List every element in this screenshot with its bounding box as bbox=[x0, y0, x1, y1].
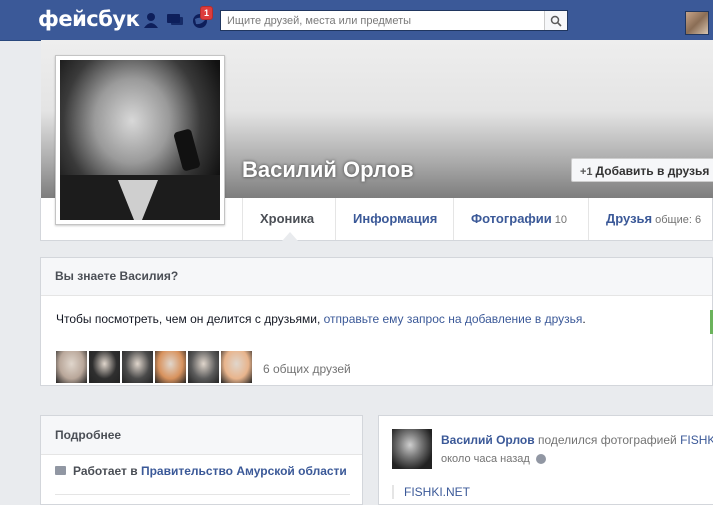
send-friend-request-link[interactable]: отправьте ему запрос на добавление в дру… bbox=[324, 312, 583, 326]
do-you-know-text: Чтобы посмотреть, чем он делится с друзь… bbox=[56, 312, 586, 326]
friend-requests-icon[interactable] bbox=[142, 12, 160, 28]
post-author-name[interactable]: Василий Орлов bbox=[441, 433, 535, 447]
tab-friends[interactable]: Друзья общие: 6 bbox=[588, 198, 713, 240]
messages-icon[interactable] bbox=[166, 12, 184, 28]
search-box bbox=[220, 10, 568, 31]
post-link[interactable]: FISHKI.NET bbox=[392, 485, 470, 499]
profile-name[interactable]: Василий Орлов bbox=[242, 157, 414, 183]
tab-about[interactable]: Информация bbox=[335, 198, 453, 240]
search-icon bbox=[550, 15, 562, 27]
timeline-post: Василий Орлов поделился фотографией FISH… bbox=[378, 415, 713, 505]
profile-picture[interactable] bbox=[55, 55, 225, 225]
about-title: Подробнее bbox=[41, 416, 362, 455]
facebook-logo[interactable]: фейсбук bbox=[38, 7, 140, 31]
post-header: Василий Орлов поделился фотографией FISH… bbox=[441, 433, 713, 447]
profile-photo bbox=[60, 60, 220, 220]
mutual-friends-count: общие: 6 bbox=[655, 214, 702, 226]
phone-icon bbox=[173, 128, 201, 172]
add-friend-icon: +1 bbox=[580, 166, 593, 178]
mutual-friends-faces bbox=[56, 351, 254, 383]
divider bbox=[55, 494, 350, 495]
active-tab-indicator bbox=[282, 232, 298, 241]
post-source[interactable]: FISHKI bbox=[680, 433, 713, 447]
do-you-know-title: Вы знаете Василия? bbox=[41, 258, 712, 296]
work-info: Работает в Правительство Амурской област… bbox=[55, 464, 347, 478]
mutual-friend-1-avatar[interactable] bbox=[56, 351, 87, 383]
search-input[interactable] bbox=[221, 11, 553, 30]
user-avatar[interactable] bbox=[685, 11, 709, 35]
mutual-friend-2-avatar[interactable] bbox=[89, 351, 120, 383]
top-navigation-bar: фейсбук 1 bbox=[0, 0, 713, 41]
workplace-link[interactable]: Правительство Амурской области bbox=[141, 464, 347, 478]
mutual-friend-6-avatar[interactable] bbox=[221, 351, 252, 383]
photos-count: 10 bbox=[554, 214, 568, 226]
post-author-avatar[interactable] bbox=[392, 429, 432, 469]
search-button[interactable] bbox=[544, 11, 567, 30]
mutual-friend-4-avatar[interactable] bbox=[155, 351, 186, 383]
mutual-friend-5-avatar[interactable] bbox=[188, 351, 219, 383]
notification-badge: 1 bbox=[200, 6, 214, 20]
post-time[interactable]: около часа назад bbox=[441, 453, 546, 465]
mutual-friend-3-avatar[interactable] bbox=[122, 351, 153, 383]
briefcase-icon bbox=[55, 466, 66, 476]
add-friend-button[interactable]: +1 Добавить в друзья bbox=[571, 158, 713, 182]
do-you-know-box: Вы знаете Василия? Чтобы посмотреть, чем… bbox=[40, 257, 713, 386]
add-friend-label: Добавить в друзья bbox=[595, 164, 710, 178]
mutual-friends-link[interactable]: 6 общих друзей bbox=[263, 362, 351, 376]
public-globe-icon bbox=[535, 454, 546, 465]
tab-photos[interactable]: Фотографии 10 bbox=[453, 198, 588, 240]
about-box: Подробнее Работает в Правительство Амурс… bbox=[40, 415, 363, 505]
